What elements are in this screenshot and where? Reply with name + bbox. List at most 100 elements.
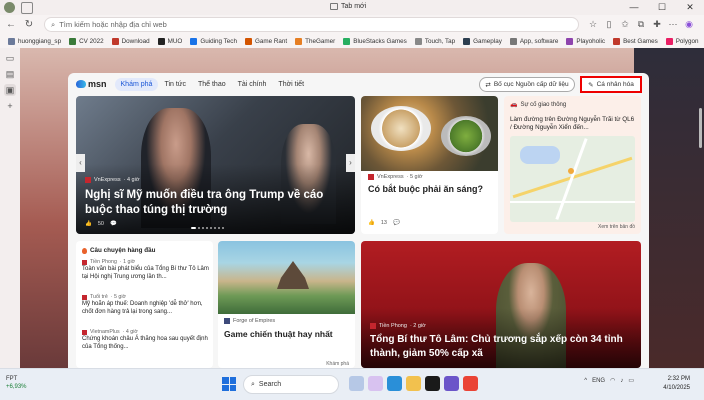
msn-tab[interactable]: Tin tức bbox=[158, 78, 192, 91]
address-placeholder: Tìm kiếm hoặc nhập địa chỉ web bbox=[59, 20, 167, 29]
pho-source: VnExpress · 5 giờ bbox=[368, 174, 422, 180]
ad-card-game[interactable]: Forge of Empires Game chiến thuật hay nh… bbox=[218, 241, 355, 368]
active-tab[interactable]: Tab mới bbox=[330, 3, 366, 10]
bookmark-item[interactable]: Touch, Tap bbox=[414, 37, 455, 45]
source-icon bbox=[82, 259, 87, 265]
carousel-next-button[interactable]: › bbox=[346, 154, 355, 172]
msn-tab[interactable]: Khám phá bbox=[114, 77, 159, 91]
traffic-incident-pin-icon[interactable] bbox=[568, 168, 574, 174]
like-icon[interactable]: 👍 bbox=[85, 221, 92, 227]
bookmark-item[interactable]: App, software bbox=[509, 37, 558, 45]
carousel-prev-button[interactable]: ‹ bbox=[76, 154, 85, 172]
system-tray: ^ ENG ◠ ♪ ▭ bbox=[584, 377, 634, 385]
split-screen-icon[interactable]: ▯ bbox=[603, 19, 615, 30]
file-explorer-icon[interactable] bbox=[406, 376, 421, 391]
bookmark-item[interactable]: Polygon bbox=[665, 37, 699, 45]
copilot-icon[interactable]: ◉ bbox=[683, 19, 695, 30]
list-item[interactable]: Tuổi trẻ · 5 giờ Mỹ hoãn áp thuế: Doanh ng… bbox=[82, 294, 210, 316]
favorite-icon[interactable]: ☆ bbox=[587, 19, 599, 30]
edge-app-icon[interactable] bbox=[387, 376, 402, 391]
bookmark-item[interactable]: Guiding Tech bbox=[190, 37, 237, 45]
tolam-source: Tiền Phong · 2 giờ bbox=[370, 323, 426, 329]
top-stories-card: Câu chuyện hàng đầu Tiền Phong · 1 giờ Toà… bbox=[76, 241, 213, 368]
favorites-icon[interactable]: ✩ bbox=[619, 19, 631, 30]
bookmark-item[interactable]: Playoholic bbox=[566, 37, 605, 45]
close-button[interactable]: ✕ bbox=[676, 0, 704, 15]
tolam-headline[interactable]: Tổng Bí thư Tô Lâm: Chủ trương sắp xếp c… bbox=[370, 333, 635, 360]
battery-icon[interactable]: ▭ bbox=[628, 377, 634, 384]
bookmark-item[interactable]: Best Games bbox=[613, 37, 658, 45]
like-icon[interactable]: 👍 bbox=[368, 220, 375, 226]
bookmark-favicon-icon bbox=[343, 37, 351, 45]
pho-headline[interactable]: Có bắt buộc phải ăn sáng? bbox=[368, 184, 483, 194]
chrome-icon[interactable] bbox=[463, 376, 478, 391]
layout-icon: ⇄ bbox=[485, 81, 491, 89]
wifi-icon[interactable]: ◠ bbox=[610, 377, 615, 384]
scrollbar[interactable] bbox=[699, 108, 702, 148]
feed-source-name: VietnamPlus bbox=[90, 329, 120, 335]
feed-layout-button[interactable]: ⇄ Bố cục Nguồn cấp dữ liệu bbox=[479, 77, 575, 92]
pho-time: · 5 giờ bbox=[406, 174, 423, 180]
news-card-tolam[interactable]: Tiền Phong · 2 giờ Tổng Bí thư Tô Lâm: C… bbox=[361, 241, 641, 368]
msn-tab[interactable]: Thể thao bbox=[192, 78, 232, 91]
language-indicator[interactable]: ENG bbox=[592, 378, 605, 384]
feed-item-source: Tiền Phong · 1 giờ bbox=[82, 259, 210, 265]
minimize-button[interactable]: — bbox=[620, 0, 648, 15]
traffic-card[interactable]: 🚗 Sự cố giao thông Làm đường trên Đường … bbox=[504, 96, 641, 234]
traffic-map[interactable] bbox=[510, 136, 635, 222]
refresh-icon[interactable]: ↻ bbox=[22, 18, 36, 32]
maximize-button[interactable]: ☐ bbox=[648, 0, 676, 15]
msn-logo[interactable]: msn bbox=[76, 79, 107, 89]
game-explore-link[interactable]: Khám phá bbox=[326, 361, 349, 367]
top-stories-header: Câu chuyện hàng đầu bbox=[82, 247, 155, 254]
extensions-icon[interactable]: ✚ bbox=[651, 19, 663, 30]
start-icon[interactable] bbox=[222, 377, 236, 391]
profile-avatar[interactable] bbox=[4, 2, 15, 13]
history-icon[interactable]: ▤ bbox=[4, 68, 16, 80]
task-view-icon[interactable] bbox=[349, 376, 364, 391]
stock-widget[interactable]: FPT +6,93% bbox=[6, 375, 27, 391]
pho-stats: 👍 13 💬 bbox=[368, 220, 400, 226]
volume-icon[interactable]: ♪ bbox=[620, 378, 623, 384]
taskbar-search[interactable]: ⌕ Search bbox=[243, 375, 339, 394]
back-icon[interactable]: ← bbox=[4, 18, 18, 32]
bookmark-item[interactable]: huonggiang_sp bbox=[8, 37, 61, 45]
pho-like-count: 13 bbox=[380, 220, 387, 226]
bookmark-item[interactable]: CV 2022 bbox=[69, 37, 104, 45]
chevron-up-icon[interactable]: ^ bbox=[584, 378, 587, 384]
teams-icon[interactable] bbox=[444, 376, 459, 391]
bookmark-label: Download bbox=[121, 37, 150, 45]
hero-news-card[interactable]: ‹ › VnExpress · 4 giờ Nghị sĩ Mỹ muốn đi… bbox=[76, 96, 355, 234]
add-tab-icon[interactable]: + bbox=[4, 100, 16, 112]
news-card-breakfast[interactable]: VnExpress · 5 giờ Có bắt buộc phải ăn sá… bbox=[361, 96, 498, 234]
personalize-button[interactable]: ✎ Cá nhân hóa bbox=[580, 76, 642, 93]
copilot-app-icon[interactable] bbox=[368, 376, 383, 391]
address-bar[interactable]: ⌕ Tìm kiếm hoặc nhập địa chỉ web bbox=[44, 17, 579, 32]
bookmark-item[interactable]: BlueStacks Games bbox=[343, 37, 407, 45]
feed-time: · 5 giờ bbox=[110, 294, 127, 300]
hero-headline[interactable]: Nghị sĩ Mỹ muốn điều tra ông Trump về cá… bbox=[85, 188, 347, 218]
msn-tab[interactable]: Thời tiết bbox=[272, 78, 310, 91]
game-headline[interactable]: Game chiến thuật hay nhất bbox=[224, 329, 333, 339]
view-on-map-link[interactable]: Xem trên bản đồ bbox=[598, 224, 635, 230]
bookmark-item[interactable]: MUO bbox=[157, 37, 182, 45]
clock[interactable]: 2:32 PM 4/10/2025 bbox=[663, 375, 690, 393]
vertical-tab-icon[interactable]: ▣ bbox=[4, 84, 16, 96]
traffic-description: Làm đường trên Đường Nguyễn Trãi từ QL6 … bbox=[510, 116, 635, 131]
comment-icon[interactable]: 💬 bbox=[393, 220, 400, 226]
tab-actions-icon[interactable]: ▭ bbox=[4, 52, 16, 64]
list-item[interactable]: VietnamPlus · 4 giờ Chứng khoán châu Á thă… bbox=[82, 329, 210, 351]
bookmark-item[interactable]: TheGamer bbox=[295, 37, 335, 45]
bookmark-item[interactable]: Gameplay bbox=[463, 37, 502, 45]
bookmark-item[interactable]: Download bbox=[111, 37, 150, 45]
bookmark-item[interactable]: Game Rant bbox=[244, 37, 287, 45]
workspaces-icon[interactable] bbox=[21, 1, 33, 14]
msn-tab[interactable]: Tài chính bbox=[232, 78, 273, 91]
list-item[interactable]: Tiền Phong · 1 giờ Toàn văn bài phát biểu … bbox=[82, 259, 210, 281]
more-icon[interactable]: ⋯ bbox=[667, 19, 679, 30]
store-icon[interactable] bbox=[425, 376, 440, 391]
ship-image bbox=[277, 261, 309, 289]
comment-icon[interactable]: 💬 bbox=[110, 221, 117, 227]
feed-item-title: Toàn văn bài phát biểu của Tổng Bí thư T… bbox=[82, 266, 209, 280]
collections-icon[interactable]: ⧉ bbox=[635, 19, 647, 30]
